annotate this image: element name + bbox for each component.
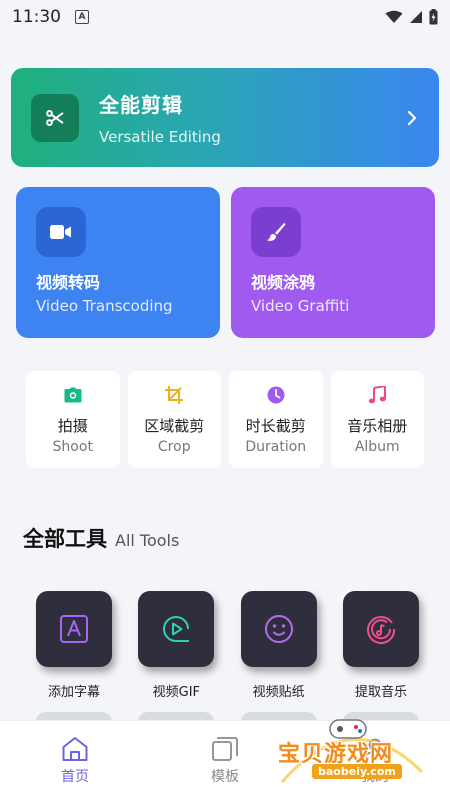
status-time: 11:30 bbox=[12, 7, 61, 27]
tools-grid: 添加字幕 视频GIF 视频贴纸 提取音乐 bbox=[35, 591, 420, 700]
subtitle-icon bbox=[36, 591, 112, 667]
quick-title: 区域截剪 bbox=[144, 417, 205, 435]
quick-title: 时长截剪 bbox=[245, 417, 306, 435]
quick-subtitle: Crop bbox=[157, 439, 191, 455]
section-subtitle: All Tools bbox=[115, 531, 180, 550]
versatile-editing-card[interactable]: 全能剪辑 Versatile Editing bbox=[11, 68, 439, 167]
nav-template[interactable]: 模板 bbox=[180, 736, 270, 786]
shoot-tool[interactable]: 拍摄 Shoot bbox=[26, 371, 120, 468]
quick-tools-row: 拍摄 Shoot 区域截剪 Crop 时长截剪 Duration 音乐相册 Al… bbox=[26, 371, 424, 468]
video-sticker-tool[interactable]: 视频贴纸 bbox=[240, 591, 318, 700]
crop-icon bbox=[164, 385, 184, 405]
feature-title: 视频转码 bbox=[36, 273, 101, 292]
scissors-icon bbox=[31, 93, 79, 142]
quick-title: 拍摄 bbox=[57, 417, 88, 435]
watermark-url: baobeiy.com bbox=[312, 764, 402, 779]
add-subtitle-tool[interactable]: 添加字幕 bbox=[35, 591, 113, 700]
video-gif-tool[interactable]: 视频GIF bbox=[137, 591, 215, 700]
gif-play-icon bbox=[138, 591, 215, 667]
wifi-icon bbox=[385, 10, 403, 23]
tool-label: 提取音乐 bbox=[354, 685, 407, 700]
album-tool[interactable]: 音乐相册 Album bbox=[330, 371, 424, 468]
video-camera-icon bbox=[36, 207, 86, 257]
tool-label: 视频GIF bbox=[152, 685, 201, 700]
hero-title: 全能剪辑 bbox=[99, 93, 183, 117]
video-graffiti-card[interactable]: 视频涂鸦 Video Graffiti bbox=[231, 187, 435, 338]
quick-subtitle: Shoot bbox=[52, 439, 93, 455]
quick-subtitle: Album bbox=[354, 439, 400, 455]
nav-label: 模板 bbox=[211, 768, 239, 785]
watermark: 宝贝游戏网 baobeiy.com bbox=[272, 712, 432, 792]
tool-label: 添加字幕 bbox=[47, 685, 100, 700]
template-icon bbox=[212, 736, 238, 761]
clock-icon bbox=[266, 385, 286, 405]
status-indicators bbox=[385, 9, 438, 25]
all-tools-heading: 全部工具 All Tools bbox=[23, 523, 179, 553]
nav-home[interactable]: 首页 bbox=[30, 736, 120, 786]
hero-subtitle: Versatile Editing bbox=[99, 128, 221, 146]
signal-icon bbox=[410, 11, 422, 23]
battery-icon bbox=[429, 9, 438, 25]
sticker-face-icon bbox=[240, 591, 317, 667]
section-title: 全部工具 bbox=[23, 527, 107, 551]
music-disc-icon bbox=[342, 591, 419, 667]
feature-subtitle: Video Graffiti bbox=[251, 297, 350, 315]
duration-tool[interactable]: 时长截剪 Duration bbox=[229, 371, 323, 468]
nav-label: 首页 bbox=[61, 768, 89, 785]
quick-title: 音乐相册 bbox=[347, 417, 408, 435]
hero-text: 全能剪辑 Versatile Editing bbox=[99, 89, 221, 146]
video-transcoding-card[interactable]: 视频转码 Video Transcoding bbox=[16, 187, 220, 338]
feature-title: 视频涂鸦 bbox=[251, 273, 316, 292]
crop-tool[interactable]: 区域截剪 Crop bbox=[127, 371, 221, 468]
feature-subtitle: Video Transcoding bbox=[36, 297, 173, 315]
home-icon bbox=[62, 736, 88, 761]
tool-label: 视频贴纸 bbox=[252, 685, 305, 700]
extract-music-tool[interactable]: 提取音乐 bbox=[342, 591, 420, 700]
notification-icon: A bbox=[75, 10, 89, 24]
status-bar: 11:30 A bbox=[0, 0, 450, 34]
chevron-right-icon bbox=[407, 110, 417, 125]
quick-subtitle: Duration bbox=[245, 439, 307, 455]
camera-icon bbox=[63, 385, 83, 405]
brush-icon bbox=[251, 207, 301, 257]
music-note-icon bbox=[367, 385, 387, 405]
